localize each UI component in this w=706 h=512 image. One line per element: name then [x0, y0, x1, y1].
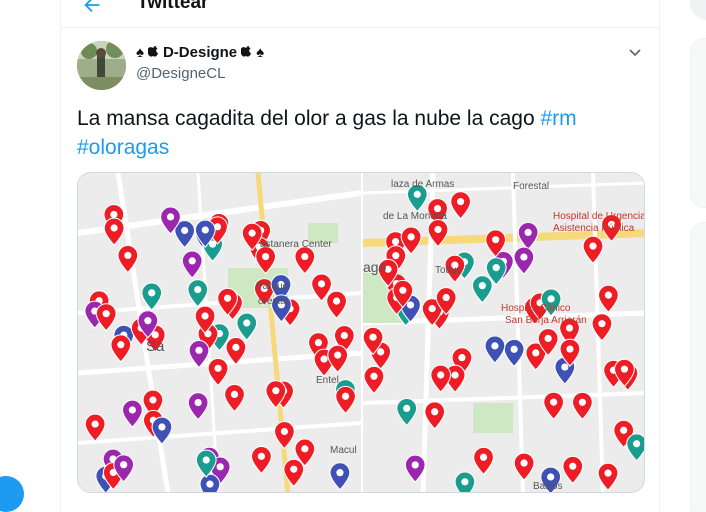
hashtag-link[interactable]: #oloragas	[77, 136, 169, 159]
user-handle[interactable]: @DesigneCL	[136, 65, 225, 82]
tweet-footer-partial	[137, 503, 140, 512]
map-label: Barros	[533, 481, 563, 492]
page-title: Twittear	[137, 0, 209, 13]
map-label: astanera Center	[260, 239, 332, 250]
map-pin-icon	[199, 473, 221, 492]
hashtag-link[interactable]: #rm	[541, 107, 577, 130]
sidebar-card	[690, 38, 706, 208]
spade-icon: ♠	[136, 44, 144, 61]
map-label: Hospital de Urgencia	[553, 211, 645, 222]
right-sidebar	[672, 0, 706, 512]
map-label: de La Moneda	[383, 211, 447, 222]
back-arrow-icon[interactable]	[81, 0, 103, 16]
search-box-partial[interactable]	[690, 0, 706, 20]
caret-down-icon[interactable]	[627, 44, 643, 60]
left-gutter	[0, 0, 60, 512]
map-label: orestal	[258, 296, 289, 307]
page: Twittear ♠ D-Designe ♠ @DesigneCL La man…	[0, 0, 706, 512]
map-label: Parque	[256, 281, 289, 292]
map-label: ago	[363, 259, 387, 275]
map-label: Hospital Clínico	[501, 303, 571, 314]
header: Twittear	[61, 0, 661, 28]
tweet-text: La mansa cagadita del olor a gas la nube…	[77, 104, 637, 162]
map-label: Tottus	[435, 265, 462, 276]
map-label: Macul	[330, 445, 357, 456]
map-left-base	[78, 173, 361, 492]
display-name: D-Designe	[162, 44, 238, 61]
tweet-media[interactable]: astanera Center Parque orestal Sa Entel …	[77, 172, 645, 493]
map-label: laza de Armas	[391, 179, 455, 190]
tweet-body: La mansa cagadita del olor a gas la nube…	[77, 107, 535, 130]
map-image-right[interactable]: laza de Armas Forestal de La Moneda Hosp…	[363, 173, 645, 492]
map-label: Asistencia Pública	[553, 223, 635, 234]
map-pin-icon	[454, 471, 476, 492]
map-label: Sa	[146, 338, 165, 355]
spade-icon: ♠	[256, 44, 265, 61]
map-image-left[interactable]: astanera Center Parque orestal Sa Entel …	[78, 173, 361, 492]
map-label: Entel	[316, 375, 339, 386]
apple-icon	[147, 46, 159, 57]
apple-icon	[241, 46, 252, 57]
avatar-image	[77, 41, 126, 90]
map-label: San Borja Arriarán	[505, 315, 587, 326]
sidebar-card	[690, 222, 706, 512]
tweet-column: Twittear ♠ D-Designe ♠ @DesigneCL La man…	[60, 0, 661, 512]
map-label: Forestal	[513, 181, 550, 192]
avatar[interactable]	[77, 41, 126, 90]
display-name-row[interactable]: ♠ D-Designe ♠	[136, 44, 264, 61]
